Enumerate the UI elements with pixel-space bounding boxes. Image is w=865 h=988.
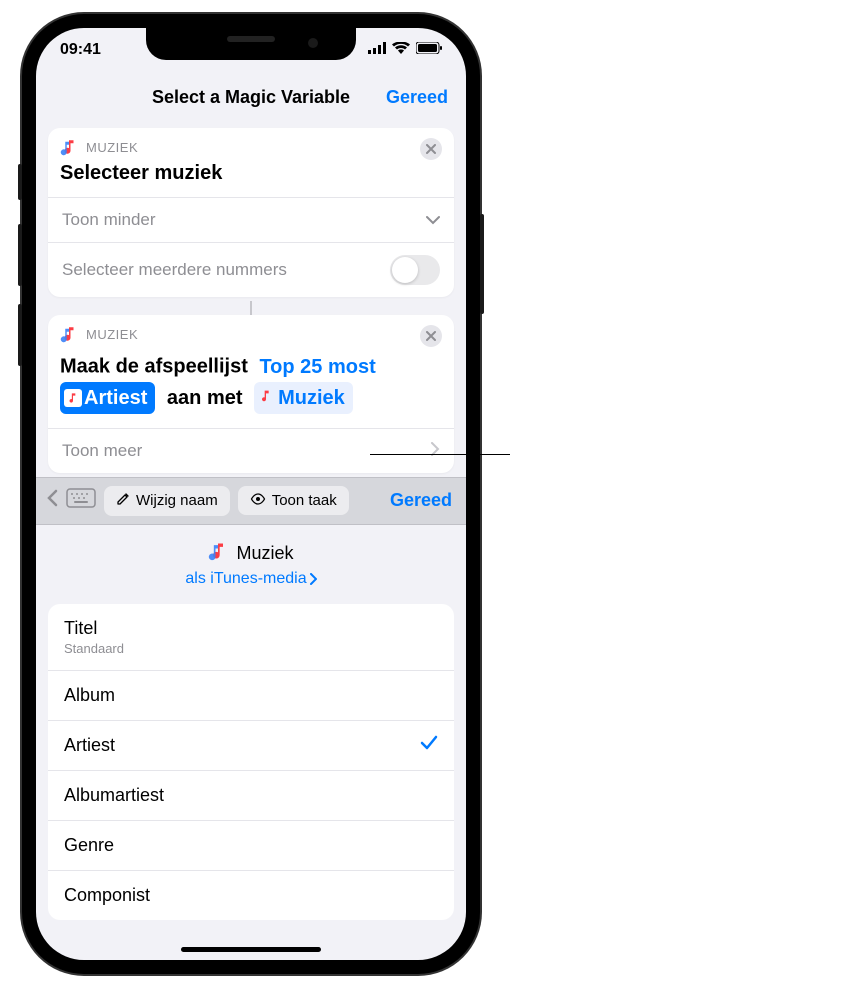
property-label: Titel (64, 618, 97, 638)
select-multiple-label: Selecteer meerdere nummers (62, 260, 390, 280)
close-button[interactable] (420, 325, 442, 347)
variable-title-text: Muziek (236, 543, 293, 564)
side-button-power (480, 214, 484, 314)
variable-type-text: als iTunes-media (185, 570, 306, 588)
text-segment: aan met (167, 387, 243, 409)
pill-label: Muziek (278, 383, 345, 413)
back-chevron-button[interactable] (46, 489, 58, 512)
nav-bar: Select a Magic Variable Gereed (36, 72, 466, 122)
action-card-select-music: MUZIEK Selecteer muziek Toon minder Sele… (48, 128, 454, 297)
phone-frame: 09:41 Select a Magic Variable Gereed (22, 14, 480, 974)
chevron-right-icon (430, 441, 440, 461)
card-app-label: MUZIEK (86, 327, 138, 342)
card-header: MUZIEK (48, 315, 454, 347)
battery-icon (416, 41, 442, 59)
variable-header: Muziek als iTunes-media (36, 525, 466, 598)
music-icon (60, 138, 78, 156)
property-list: Titel Standaard Album Artiest Albumartie… (48, 604, 454, 920)
music-variable-pill[interactable]: Muziek (254, 382, 353, 414)
cellular-icon (368, 41, 386, 59)
side-button-vol-down (18, 304, 22, 366)
action-connector (250, 301, 252, 315)
side-button-mute (18, 164, 22, 200)
phone-screen: 09:41 Select a Magic Variable Gereed (36, 28, 466, 960)
status-icons (368, 41, 442, 59)
action-card-create-playlist: MUZIEK Maak de afspeellijst Top 25 most … (48, 315, 454, 473)
music-icon (60, 325, 78, 343)
close-button[interactable] (420, 138, 442, 160)
music-icon (208, 541, 228, 566)
status-time: 09:41 (60, 41, 101, 59)
music-icon (64, 389, 82, 407)
show-task-button[interactable]: Toon taak (238, 486, 349, 515)
property-sublabel: Standaard (64, 641, 124, 656)
list-item[interactable]: Artiest (48, 721, 454, 771)
select-multiple-row: Selecteer meerdere nummers (48, 242, 454, 297)
music-icon (258, 383, 274, 413)
property-label: Artiest (64, 735, 115, 756)
property-label: Genre (64, 835, 114, 856)
variable-type-link[interactable]: als iTunes-media (185, 570, 316, 588)
action-rich-text: Maak de afspeellijst Top 25 most Artiest… (48, 347, 454, 428)
text-segment: Maak de afspeellijst (60, 356, 248, 378)
show-more-row[interactable]: Toon meer (48, 428, 454, 473)
eye-icon (250, 492, 266, 509)
list-item[interactable]: Albumartiest (48, 771, 454, 821)
content-area: MUZIEK Selecteer muziek Toon minder Sele… (36, 122, 466, 473)
pill-label: Artiest (84, 383, 147, 413)
playlist-name-token[interactable]: Top 25 most (259, 356, 375, 378)
select-multiple-toggle[interactable] (390, 255, 440, 285)
list-item[interactable]: Componist (48, 871, 454, 920)
property-label: Componist (64, 885, 150, 906)
action-title: Selecteer muziek (48, 160, 454, 197)
notch-speaker (227, 36, 275, 42)
chevron-down-icon (426, 210, 440, 230)
nav-title: Select a Magic Variable (152, 87, 350, 108)
toolbar-done-button[interactable]: Gereed (390, 490, 456, 511)
notch-camera (308, 38, 318, 48)
show-less-row[interactable]: Toon minder (48, 197, 454, 242)
list-item[interactable]: Album (48, 671, 454, 721)
show-more-label: Toon meer (62, 441, 430, 461)
card-app-label: MUZIEK (86, 140, 138, 155)
side-button-vol-up (18, 224, 22, 286)
variable-title: Muziek (208, 541, 293, 566)
callout-line (370, 454, 510, 455)
toggle-knob (392, 257, 418, 283)
property-label: Albumartiest (64, 785, 164, 806)
list-item[interactable]: Titel Standaard (48, 604, 454, 671)
keyboard-toolbar: Wijzig naam Toon taak Gereed (36, 477, 466, 525)
keyboard-icon[interactable] (66, 488, 96, 513)
notch (146, 28, 356, 60)
nav-done-button[interactable]: Gereed (386, 87, 448, 108)
rename-label: Wijzig naam (136, 492, 218, 509)
artist-variable-pill[interactable]: Artiest (60, 382, 155, 414)
wifi-icon (392, 41, 410, 59)
show-less-label: Toon minder (62, 210, 426, 230)
list-item[interactable]: Genre (48, 821, 454, 871)
rename-button[interactable]: Wijzig naam (104, 486, 230, 516)
show-task-label: Toon taak (272, 492, 337, 509)
card-header: MUZIEK (48, 128, 454, 160)
home-indicator[interactable] (181, 947, 321, 952)
checkmark-icon (420, 735, 438, 756)
pencil-icon (116, 492, 130, 510)
property-label: Album (64, 685, 115, 706)
